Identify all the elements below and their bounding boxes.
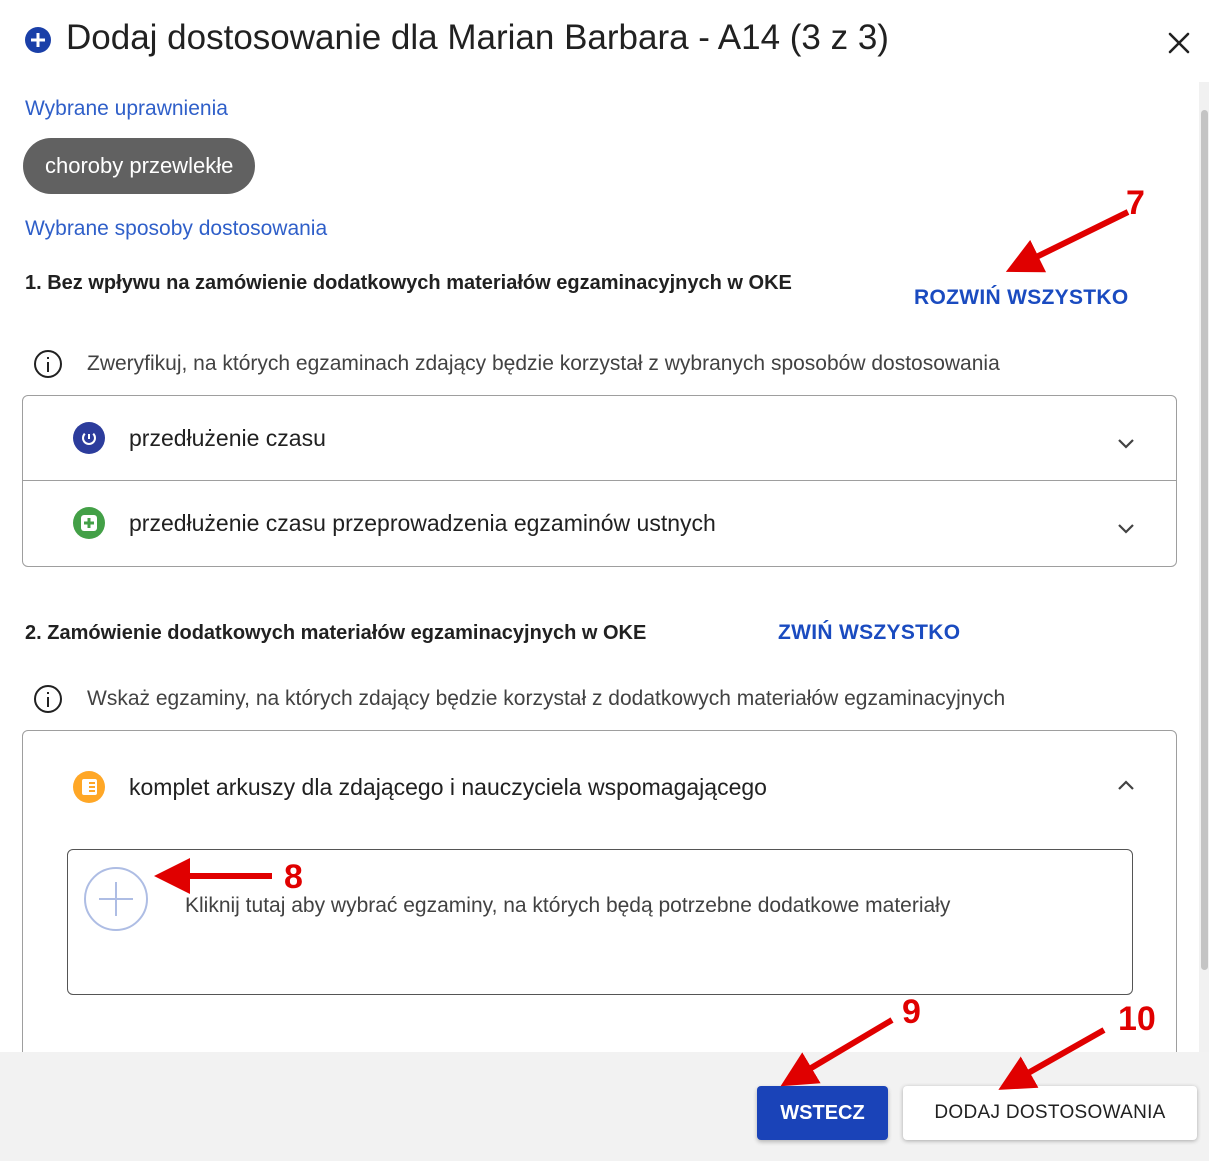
dialog-header: Dodaj dostosowanie dla Marian Barbara - … [0, 0, 1209, 80]
add-exam-icon[interactable] [84, 867, 148, 931]
chevron-down-icon [1118, 439, 1134, 449]
selected-methods-label: Wybrane sposoby dostosowania [25, 217, 328, 240]
exam-select-dropzone[interactable]: Kliknij tutaj aby wybrać egzaminy, na kt… [67, 849, 1133, 995]
section1-info-text: Zweryfikuj, na których egzaminach zdając… [87, 352, 1000, 375]
section1-heading: 1. Bez wpływu na zamówienie dodatkowych … [25, 272, 792, 294]
add-circle-icon [25, 27, 51, 53]
right-chip: choroby przewlekłe [23, 138, 256, 194]
accordion-row-oral-exams[interactable]: przedłużenie czasu przeprowadzenia egzam… [23, 481, 1176, 565]
dialog-title: Dodaj dostosowanie dla Marian Barbara - … [66, 18, 889, 57]
close-button[interactable] [1160, 24, 1198, 62]
callout-arrow-7 [1005, 209, 1130, 273]
accordion-label: komplet arkuszy dla zdającego i nauczyci… [129, 774, 767, 800]
info-icon [34, 350, 62, 378]
callout-10: 10 [1118, 1000, 1156, 1038]
section2-heading: 2. Zamówienie dodatkowych materiałów egz… [25, 622, 647, 644]
accordion-label: przedłużenie czasu przeprowadzenia egzam… [129, 510, 716, 536]
accordion-row-extra-sheets[interactable]: komplet arkuszy dla zdającego i nauczyci… [23, 745, 1176, 829]
section2-panel: komplet arkuszy dla zdającego i nauczyci… [22, 730, 1177, 1070]
callout-8: 8 [284, 858, 303, 896]
section1-panel: przedłużenie czasu przedłużenie czasu pr… [22, 395, 1177, 567]
dialog-footer: WSTECZ DODAJ DOSTOSOWANIA [0, 1052, 1209, 1161]
clock-icon [73, 422, 105, 454]
add-adjustments-button[interactable]: DODAJ DOSTOSOWANIA [903, 1086, 1197, 1140]
callout-7: 7 [1126, 184, 1145, 222]
callout-9: 9 [902, 993, 921, 1031]
dropzone-hint: Kliknij tutaj aby wybrać egzaminy, na kt… [185, 894, 951, 917]
expand-all-link[interactable]: ROZWIŃ WSZYSTKO [914, 286, 1128, 310]
back-button[interactable]: WSTECZ [757, 1086, 888, 1140]
document-icon [73, 771, 105, 803]
collapse-all-link[interactable]: ZWIŃ WSZYSTKO [778, 621, 960, 645]
plus-square-icon [73, 507, 105, 539]
chevron-down-icon [1118, 524, 1134, 534]
scrollbar-thumb[interactable] [1201, 110, 1208, 970]
section2-info-text: Wskaż egzaminy, na których zdający będzi… [87, 687, 1006, 710]
accordion-label: przedłużenie czasu [129, 425, 326, 451]
selected-rights-label: Wybrane uprawnienia [25, 97, 228, 120]
info-icon [34, 685, 62, 713]
close-icon [1168, 32, 1190, 54]
accordion-row-extended-time[interactable]: przedłużenie czasu [23, 396, 1176, 480]
chevron-up-icon [1118, 780, 1134, 790]
